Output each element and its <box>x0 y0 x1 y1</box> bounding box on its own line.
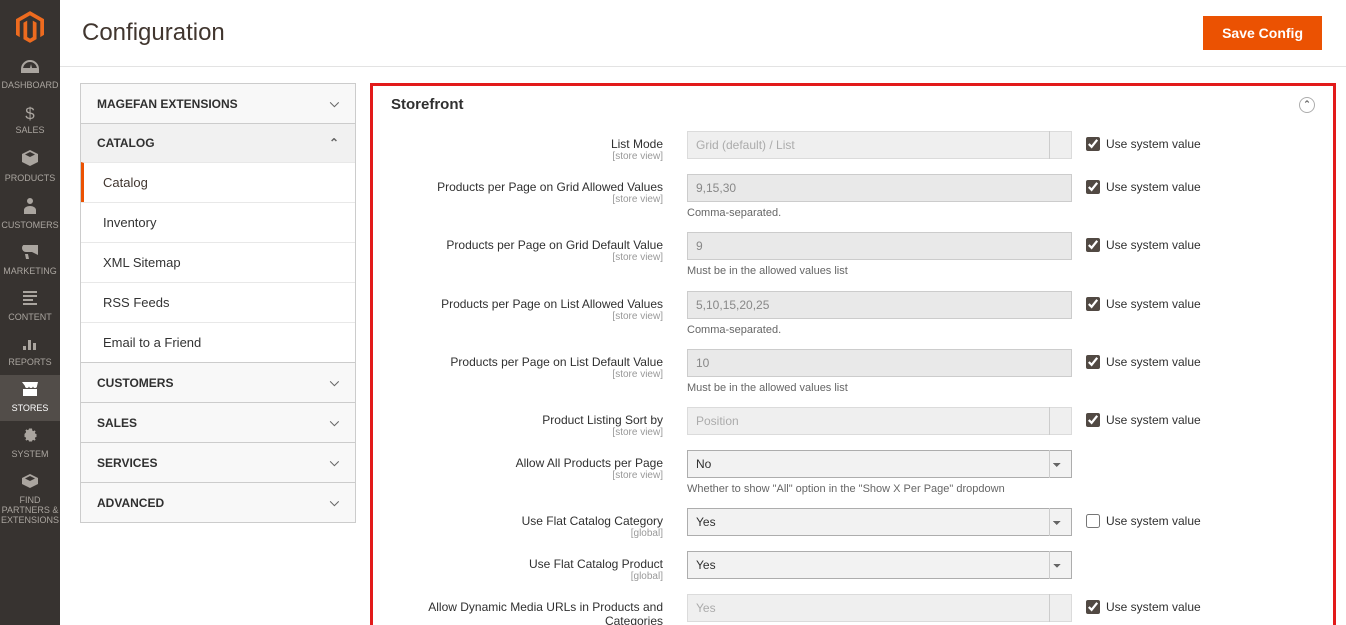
nav-reports[interactable]: REPORTS <box>0 329 60 375</box>
tab-magefan-extensions[interactable]: MAGEFAN EXTENSIONS⌵ <box>81 84 355 123</box>
list-allowed-input <box>687 291 1072 319</box>
chevron-up-icon: ⌃ <box>329 136 339 150</box>
tab-catalog[interactable]: CATALOG⌃ <box>81 124 355 162</box>
config-tabs: MAGEFAN EXTENSIONS⌵ CATALOG⌃ Catalog Inv… <box>60 67 370 625</box>
sales-icon: $ <box>25 105 34 124</box>
admin-nav: DASHBOARD $SALES PRODUCTS CUSTOMERS MARK… <box>0 0 60 625</box>
page-title: Configuration <box>82 19 225 47</box>
nav-partners[interactable]: FIND PARTNERS & EXTENSIONS <box>0 467 60 532</box>
tab-catalog-rss-feeds[interactable]: RSS Feeds <box>81 282 355 322</box>
panel-header[interactable]: Storefront ⌃ <box>373 86 1333 125</box>
nav-stores[interactable]: STORES <box>0 375 60 421</box>
nav-dashboard[interactable]: DASHBOARD <box>0 52 60 98</box>
field-list-allowed: Products per Page on List Allowed Values… <box>373 285 1333 343</box>
allow-all-select[interactable]: No <box>687 450 1072 478</box>
partners-icon <box>22 474 38 493</box>
flat-product-select[interactable]: Yes <box>687 551 1072 579</box>
field-list-mode: List Mode[store view] Grid (default) / L… <box>373 125 1333 168</box>
storefront-panel: Storefront ⌃ List Mode[store view] Grid … <box>373 86 1333 625</box>
field-flat-category: Use Flat Catalog Category[global] Yes Us… <box>373 502 1333 545</box>
tab-catalog-inventory[interactable]: Inventory <box>81 202 355 242</box>
field-sort-by: Product Listing Sort by[store view] Posi… <box>373 401 1333 444</box>
field-list-default: Products per Page on List Default Value[… <box>373 343 1333 401</box>
content-icon <box>23 291 37 310</box>
stores-icon <box>22 382 38 401</box>
sort-by-select: Position <box>687 407 1072 435</box>
chevron-down-icon: ⌵ <box>330 495 339 510</box>
nav-marketing[interactable]: MARKETING <box>0 238 60 284</box>
chevron-down-icon: ⌵ <box>330 415 339 430</box>
page-header: Configuration Save Config <box>60 0 1346 67</box>
collapse-icon[interactable]: ⌃ <box>1299 97 1315 113</box>
chevron-down-icon: ⌵ <box>330 96 339 111</box>
field-dynamic-media: Allow Dynamic Media URLs in Products and… <box>373 588 1333 625</box>
sort-by-system-checkbox[interactable]: Use system value <box>1086 407 1201 427</box>
tab-catalog-catalog[interactable]: Catalog <box>81 162 355 202</box>
field-allow-all: Allow All Products per Page[store view] … <box>373 444 1333 502</box>
list-allowed-system-checkbox[interactable]: Use system value <box>1086 291 1201 311</box>
tab-services[interactable]: SERVICES⌵ <box>81 443 355 482</box>
reports-icon <box>23 336 37 355</box>
flat-category-select[interactable]: Yes <box>687 508 1072 536</box>
field-flat-product: Use Flat Catalog Product[global] Yes Use… <box>373 545 1333 588</box>
panel-title: Storefront <box>391 96 464 113</box>
tab-catalog-email-friend[interactable]: Email to a Friend <box>81 322 355 362</box>
customers-icon <box>24 198 36 219</box>
dashboard-icon <box>21 59 39 78</box>
dynamic-media-select: Yes <box>687 594 1072 622</box>
list-default-input <box>687 349 1072 377</box>
list-mode-system-checkbox[interactable]: Use system value <box>1086 131 1201 151</box>
chevron-down-icon: ⌵ <box>330 375 339 390</box>
save-config-button[interactable]: Save Config <box>1203 16 1322 50</box>
grid-default-system-checkbox[interactable]: Use system value <box>1086 232 1201 252</box>
tab-customers[interactable]: CUSTOMERS⌵ <box>81 363 355 402</box>
magento-logo[interactable] <box>13 10 47 44</box>
grid-allowed-input <box>687 174 1072 202</box>
list-default-system-checkbox[interactable]: Use system value <box>1086 349 1201 369</box>
nav-sales[interactable]: $SALES <box>0 98 60 144</box>
chevron-down-icon: ⌵ <box>330 455 339 470</box>
dynamic-media-system-checkbox[interactable]: Use system value <box>1086 594 1201 614</box>
tab-catalog-xml-sitemap[interactable]: XML Sitemap <box>81 242 355 282</box>
marketing-icon <box>22 245 38 264</box>
flat-category-system-checkbox[interactable]: Use system value <box>1086 508 1201 528</box>
field-grid-allowed: Products per Page on Grid Allowed Values… <box>373 168 1333 226</box>
system-icon <box>23 428 38 448</box>
field-grid-default: Products per Page on Grid Default Value[… <box>373 226 1333 284</box>
grid-allowed-system-checkbox[interactable]: Use system value <box>1086 174 1201 194</box>
grid-default-input <box>687 232 1072 260</box>
list-mode-select: Grid (default) / List <box>687 131 1072 159</box>
nav-content[interactable]: CONTENT <box>0 284 60 330</box>
nav-products[interactable]: PRODUCTS <box>0 143 60 191</box>
nav-system[interactable]: SYSTEM <box>0 421 60 468</box>
tab-advanced[interactable]: ADVANCED⌵ <box>81 483 355 522</box>
nav-customers[interactable]: CUSTOMERS <box>0 191 60 239</box>
products-icon <box>22 150 38 171</box>
tab-sales[interactable]: SALES⌵ <box>81 403 355 442</box>
